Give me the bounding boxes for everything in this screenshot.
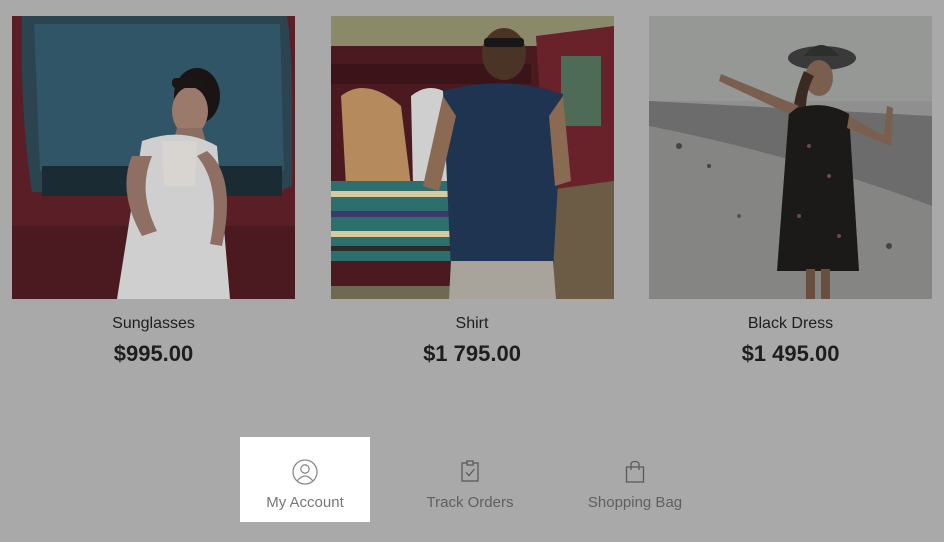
product-photo-black-dress <box>649 16 932 299</box>
product-card[interactable]: Black Dress $1 495.00 <box>649 16 932 367</box>
product-price: $1 495.00 <box>741 341 840 366</box>
product-card[interactable]: Shirt $1 795.00 <box>330 16 614 367</box>
product-listing-page: Sunglasses $995.00 Shirt $1 795.00 Black… <box>0 0 944 542</box>
shopping-bag-button[interactable]: Shopping Bag <box>570 437 700 522</box>
product-name[interactable]: Shirt <box>456 315 489 333</box>
my-account-button[interactable]: My Account <box>240 437 370 522</box>
user-icon <box>292 459 318 485</box>
product-card[interactable]: Sunglasses $995.00 <box>12 16 295 367</box>
product-name[interactable]: Black Dress <box>748 315 833 333</box>
product-price: $995.00 <box>113 341 194 366</box>
shopping-bag-label: Shopping Bag <box>587 494 683 511</box>
bottom-navigation: My Account Track Orders Shopping Bag <box>240 437 700 522</box>
clipboard-check-icon <box>461 460 479 482</box>
shopping-bag-icon <box>625 460 645 483</box>
product-image[interactable] <box>12 16 295 299</box>
product-photo-shirt <box>330 16 614 299</box>
product-grid: Sunglasses $995.00 Shirt $1 795.00 Black… <box>12 16 932 367</box>
track-orders-button[interactable]: Track Orders <box>405 437 535 522</box>
my-account-label: My Account <box>266 494 344 511</box>
product-price: $1 795.00 <box>423 341 521 366</box>
product-photo-sunglasses <box>12 16 295 299</box>
track-orders-label: Track Orders <box>426 494 514 511</box>
product-image[interactable] <box>330 16 614 299</box>
product-name[interactable]: Sunglasses <box>112 315 195 333</box>
product-image[interactable] <box>649 16 932 299</box>
